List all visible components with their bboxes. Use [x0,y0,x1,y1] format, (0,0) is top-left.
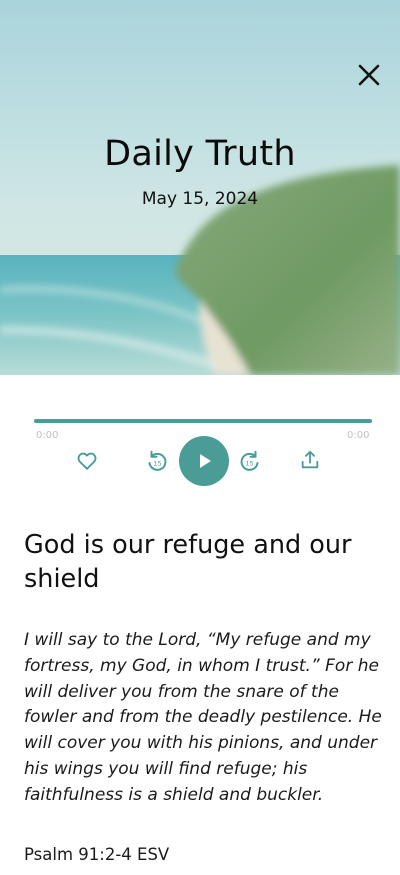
coastline-background [0,0,400,375]
rewind-label: 15 [153,460,161,468]
close-icon[interactable] [356,62,382,88]
share-icon[interactable] [299,449,321,471]
rewind-15-icon[interactable]: 15 [145,449,169,473]
audio-progress-bar[interactable] [34,419,372,423]
forward-label: 15 [245,460,253,468]
total-time: 0:00 [347,430,370,441]
elapsed-time: 0:00 [36,430,59,441]
play-button[interactable] [179,436,229,486]
audio-progress-fill [34,419,372,423]
page-title: Daily Truth [104,134,296,174]
heart-icon[interactable] [76,450,98,472]
scripture-text: I will say to the Lord, “My refuge and m… [24,630,382,805]
play-icon [200,454,211,468]
devotion-heading: God is our refuge and our shield [24,530,352,594]
hero-image: Daily Truth May 15, 2024 [0,0,400,375]
date-label: May 15, 2024 [141,189,259,209]
scripture-reference: Psalm 91:2-4 ESV [24,845,170,864]
forward-15-icon[interactable]: 15 [238,449,262,473]
